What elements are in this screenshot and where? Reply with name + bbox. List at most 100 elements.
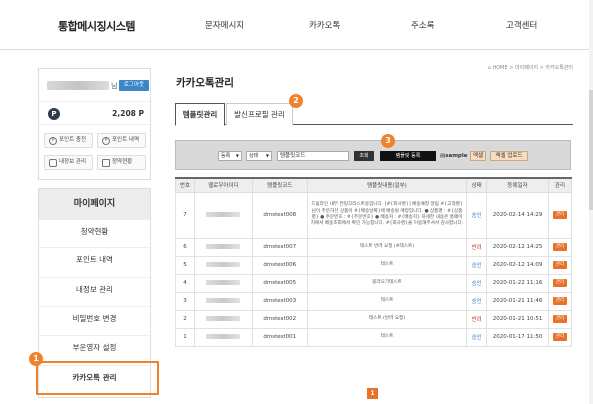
table-row[interactable]: 1 dmstest001 테스트 승인 2020-01-17 11:50 관리 <box>175 327 573 347</box>
template-code: dmstest002 <box>251 309 308 329</box>
user-icon <box>49 159 57 167</box>
point-charge-button[interactable]: P 포인트 충전 <box>44 133 93 148</box>
site-logo[interactable]: 통합메시징시스템 <box>58 18 135 34</box>
my-info-label: 내정보 관리 <box>59 159 87 165</box>
yellow-id-blurred <box>193 237 253 257</box>
register-date: 2020-01-17 11:50 <box>486 327 549 347</box>
point-balance: P 2,208 P <box>39 101 152 125</box>
template-code: dmstest003 <box>251 291 308 311</box>
template-register-button[interactable]: 템플릿 등록 <box>380 151 436 161</box>
search-toolbar: 등록 ▼ 상태 ▼ 템플릿코드 조회 템플릿 등록 ▤sample 엑셀 엑셀 업로… <box>175 140 571 170</box>
yellow-id-blurred <box>193 327 253 347</box>
step-badge-3: 3 <box>381 134 395 148</box>
tab-sender-profile[interactable]: 발신프로필 관리 <box>226 103 293 125</box>
manage-button[interactable]: 관리 <box>552 315 567 323</box>
search-button[interactable]: 조회 <box>354 151 374 161</box>
column-header: 상태 <box>466 177 488 193</box>
step-badge-2: 2 <box>289 94 303 108</box>
excel-sample-button[interactable]: 엑셀 <box>470 151 486 161</box>
user-name-suffix: 님 <box>111 82 118 90</box>
table-row[interactable]: 3 dmstest003 테스트 승인 2020-01-21 11:46 관리 <box>175 291 573 311</box>
sidebar-item-sub-operator[interactable]: 부운영자 설정 <box>39 335 150 359</box>
template-content: 테스트 반려 요청 (#테스트) <box>306 237 468 257</box>
template-table: 번호 옐로우아이디 템플릿코드 템플릿내용(일부) 상태 등록일자 관리 7 d… <box>175 177 573 347</box>
manage-cell: 관리 <box>547 291 573 311</box>
subscription-status-button[interactable]: 청약현황 <box>97 155 146 170</box>
template-content: 드림라인 내부 컨팅크리스트용입니다. [#{회사명}] 배송예정 알림 #{고… <box>306 191 468 239</box>
manage-cell: 관리 <box>547 191 573 239</box>
sidebar-title: 마이페이지 <box>39 189 150 219</box>
register-date: 2020-01-21 10:51 <box>486 309 549 329</box>
register-date: 2020-02-14 14:29 <box>486 191 549 239</box>
nav-customer-center[interactable]: 고객센터 <box>506 19 537 31</box>
nav-kakaotalk[interactable]: 카카오톡 <box>309 19 340 31</box>
status-badge: 승인 <box>466 291 488 311</box>
manage-button[interactable]: 관리 <box>552 333 567 341</box>
point-icon: P <box>102 137 110 145</box>
manage-cell: 관리 <box>547 273 573 293</box>
user-info-box: 님 로그아웃 P 2,208 P P 포인트 충전 P 포인트 내역 내정보 관… <box>38 68 152 180</box>
template-content: 테스트 <box>306 291 468 311</box>
template-code: dmstest005 <box>251 273 308 293</box>
yellow-id-blurred <box>193 291 253 311</box>
table-row[interactable]: 4 dmstest005 블라오기테스트 승인 2020-01-22 11:16… <box>175 273 573 293</box>
point-icon: P <box>48 108 60 120</box>
register-date: 2020-02-12 14:25 <box>486 237 549 257</box>
scrollbar-thumb[interactable] <box>589 90 593 210</box>
point-icon: P <box>49 137 57 145</box>
row-number: 6 <box>175 237 195 257</box>
template-code-input[interactable]: 템플릿코드 <box>277 151 349 161</box>
template-content: 테스트 (반려 요청) <box>306 309 468 329</box>
header: 통합메시징시스템 문자메시지 카카오톡 주소록 고객센터 <box>0 0 593 50</box>
table-row[interactable]: 2 dmstest002 테스트 (반려 요청) 반려 2020-01-21 1… <box>175 309 573 329</box>
yellow-id-blurred <box>193 309 253 329</box>
manage-button[interactable]: 관리 <box>552 211 567 219</box>
register-date: 2020-01-21 11:46 <box>486 291 549 311</box>
status-select[interactable]: 등록 ▼ <box>218 151 242 161</box>
row-number: 4 <box>175 273 195 293</box>
excel-upload-button[interactable]: 엑셀 업로드 <box>490 151 528 161</box>
point-history-button[interactable]: P 포인트 내역 <box>97 133 146 148</box>
sample-label: sample <box>445 153 468 159</box>
point-value: 2,208 P <box>112 109 144 118</box>
sample-download-link[interactable]: ▤sample <box>440 151 467 161</box>
yellow-id-blurred <box>193 191 253 239</box>
column-header: 번호 <box>175 177 195 193</box>
my-info-button[interactable]: 내정보 관리 <box>44 155 93 170</box>
nav-addressbook[interactable]: 주소록 <box>411 19 434 31</box>
vertical-scrollbar[interactable] <box>589 0 593 404</box>
table-row[interactable]: 5 dmstest006 테스트 승인 2020-02-12 14:09 관리 <box>175 255 573 275</box>
row-number: 7 <box>175 191 195 239</box>
status-badge: 승인 <box>466 191 488 239</box>
manage-button[interactable]: 관리 <box>552 243 567 251</box>
nav-sms[interactable]: 문자메시지 <box>205 19 244 31</box>
status-badge: 반려 <box>466 237 488 257</box>
register-date: 2020-02-12 14:09 <box>486 255 549 275</box>
page-title: 카카오톡관리 <box>176 77 234 89</box>
state-select[interactable]: 상태 ▼ <box>246 151 272 161</box>
logout-button[interactable]: 로그아웃 <box>119 80 149 91</box>
template-code: dmstest006 <box>251 255 308 275</box>
pagination-current-page[interactable]: 1 <box>367 388 378 399</box>
yellow-id-blurred <box>193 273 253 293</box>
status-select-value: 등록 <box>221 153 231 159</box>
template-content: 블라오기테스트 <box>306 273 468 293</box>
tab-bar: 템플릿관리 발신프로필 관리 <box>175 103 573 126</box>
subscription-status-label: 청약현황 <box>112 159 133 165</box>
manage-cell: 관리 <box>547 255 573 275</box>
status-badge: 승인 <box>466 255 488 275</box>
sidebar-item-point-history[interactable]: 포인트 내역 <box>39 247 150 271</box>
register-date: 2020-01-22 11:16 <box>486 273 549 293</box>
sidebar-item-my-info[interactable]: 내정보 관리 <box>39 277 150 301</box>
chevron-down-icon: ▼ <box>235 153 239 158</box>
sidebar-item-subscription[interactable]: 청약현황 <box>39 219 150 243</box>
manage-button[interactable]: 관리 <box>552 279 567 287</box>
sidebar-item-change-password[interactable]: 비밀번호 변경 <box>39 306 150 330</box>
table-row[interactable]: 7 dmstest008 드림라인 내부 컨팅크리스트용입니다. [#{회사명}… <box>175 191 573 239</box>
row-number: 2 <box>175 309 195 329</box>
manage-button[interactable]: 관리 <box>552 297 567 305</box>
manage-button[interactable]: 관리 <box>552 261 567 269</box>
template-code: dmstest008 <box>251 191 308 239</box>
tab-template-manage[interactable]: 템플릿관리 <box>175 103 225 126</box>
table-row[interactable]: 6 dmstest007 테스트 반려 요청 (#테스트) 반려 2020-02… <box>175 237 573 257</box>
